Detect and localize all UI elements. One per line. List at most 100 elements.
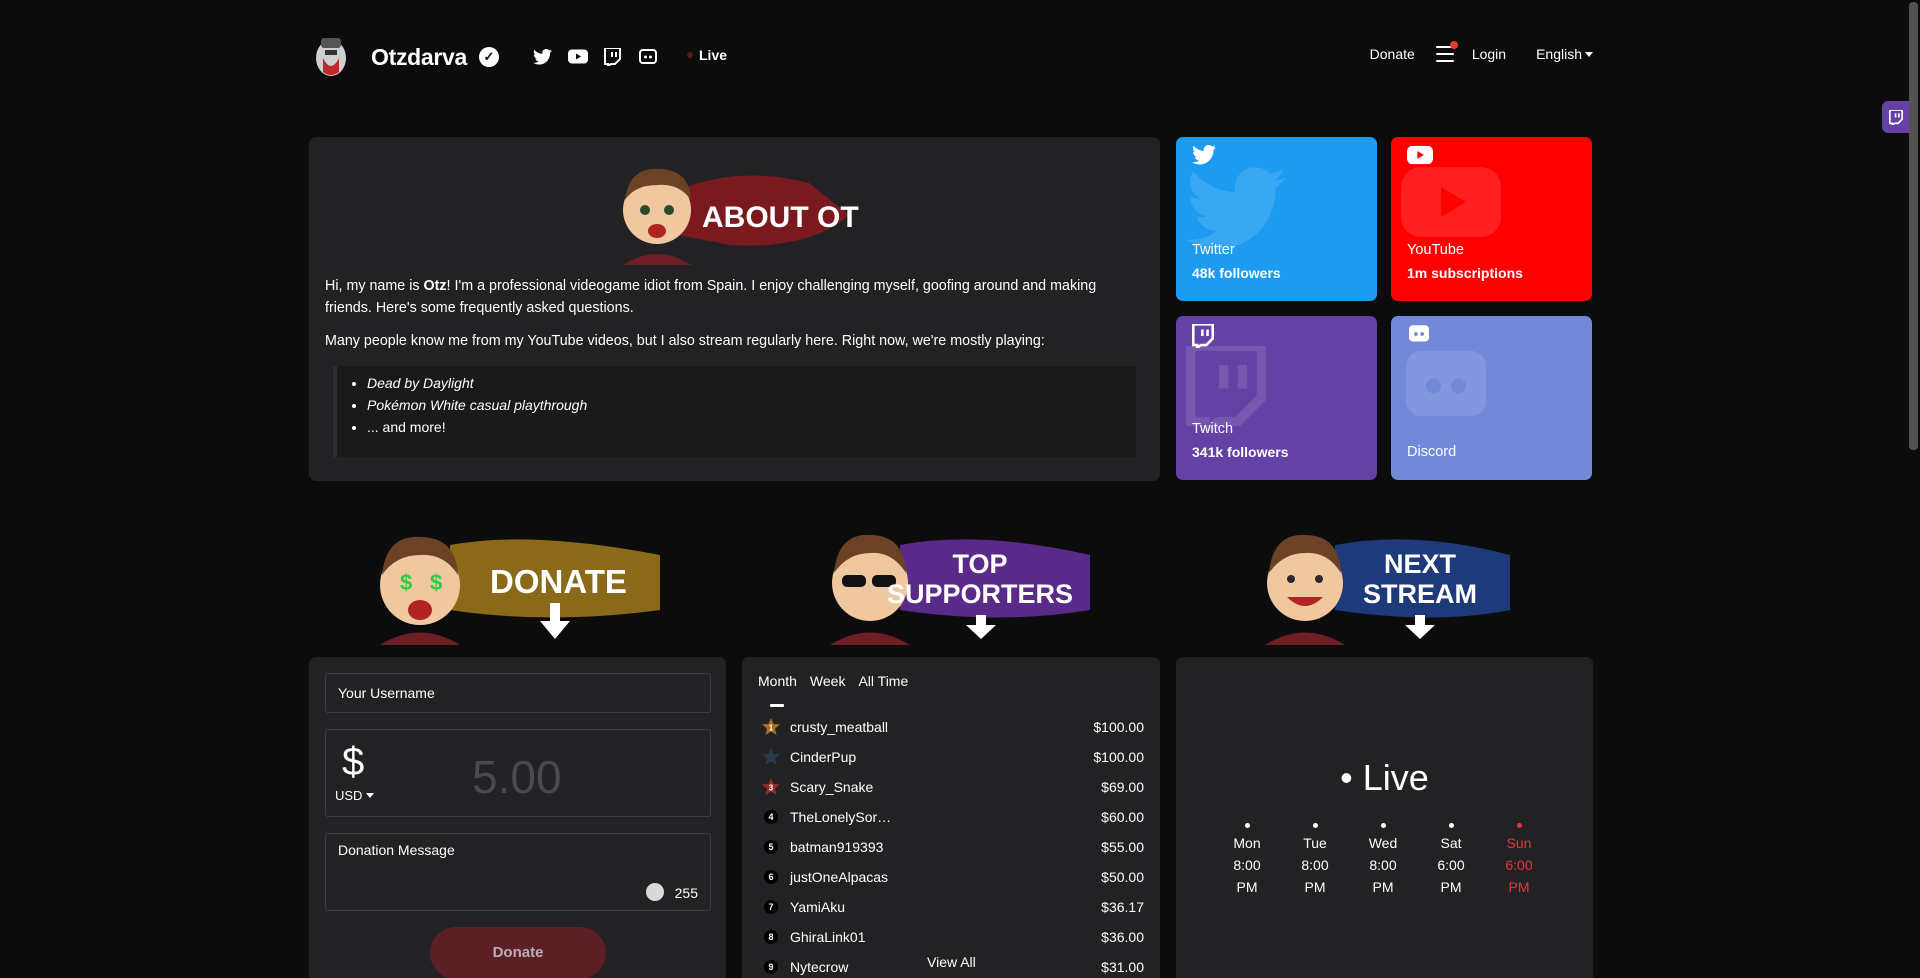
otzdarva-logo[interactable] [313,34,349,78]
supporter-amount: $55.00 [1101,839,1144,855]
supporter-name: YamiAku [790,899,845,915]
language-label: English [1536,46,1582,62]
table-row[interactable]: 4 TheLonelySor… $60.00 [758,802,1144,832]
gold-star-icon: 1 [762,718,780,735]
youtube-videos-link[interactable]: YouTube videos [527,333,628,349]
about-streams: Many people know me from my YouTube vide… [325,333,1045,349]
discord-icon [1409,325,1429,342]
youtube-icon[interactable] [567,46,588,67]
supporter-amount: $31.00 [1101,959,1144,975]
table-row[interactable]: 6 justOneAlpacas $50.00 [758,862,1144,892]
rank-badge: 8 [764,930,778,944]
about-banner-text: ABOUT OTZ [702,201,859,234]
rank-badge: 5 [764,840,778,854]
discord-tile-name: Discord [1407,444,1457,460]
youtube-tile[interactable]: YouTube 1m subscriptions [1391,137,1592,301]
donate-button[interactable]: Donate [430,927,606,978]
youtube-watermark-icon [1401,167,1501,237]
supporter-name: Scary_Snake [790,779,874,795]
supporter-name: GhiraLink01 [790,929,866,945]
twitter-icon[interactable] [532,46,553,67]
games-list: Dead by Daylight Pokémon White casual pl… [333,366,1136,457]
about-intro: Hi, my name is Otz! I'm a professional v… [325,278,1097,316]
menu-icon[interactable] [1435,41,1458,62]
svg-text:$: $ [400,570,412,595]
table-row[interactable]: 3 Scary_Snake $69.00 [758,772,1144,802]
rank-badge: 7 [764,900,778,914]
rank-badge: 6 [764,870,778,884]
donation-message-input[interactable]: Donation Message 255 [325,833,711,911]
game-item: ... and more! [367,416,1136,438]
twitch-icon [1192,324,1214,348]
discord-tile[interactable]: Discord [1391,316,1592,480]
supporter-amount: $36.17 [1101,899,1144,915]
live-dot-icon [687,52,693,58]
currency-symbol: $ [342,740,365,784]
amount-input[interactable]: 5.00 [472,750,562,804]
discord-icon[interactable] [637,46,658,67]
notification-badge [1449,41,1458,49]
faq-link[interactable]: frequently asked questions [460,300,630,316]
twitch-icon[interactable] [602,46,623,67]
view-all-link[interactable]: View All [927,954,976,970]
language-select[interactable]: English [1536,46,1593,62]
currency-select[interactable]: USD [335,788,375,803]
table-row[interactable]: 8 GhiraLink01 $36.00 [758,922,1144,952]
username-input[interactable]: Your Username [325,673,711,713]
schedule-day: Wed 8:00 PM [1358,823,1408,898]
next-stream-banner: NEXT STREAM [1265,534,1510,645]
char-count: 255 [674,885,698,901]
login-link[interactable]: Login [1472,46,1506,62]
table-row[interactable]: CinderPup $100.00 [758,742,1144,772]
twitch-followers: 341k followers [1192,444,1289,460]
supporter-name: batman919393 [790,839,884,855]
scrollbar-thumb[interactable] [1909,2,1918,450]
side-twitch-button[interactable] [1882,101,1910,133]
supporter-amount: $36.00 [1101,929,1144,945]
twitter-watermark-icon [1186,167,1286,249]
donation-message-placeholder: Donation Message [338,842,455,858]
game-item: Dead by Daylight [367,372,1136,394]
schedule-day: Sat 6:00 PM [1426,823,1476,898]
tab-month[interactable]: Month [758,673,797,689]
page-scrollbar[interactable] [1908,0,1918,978]
brand-name[interactable]: Otzdarva [371,44,467,71]
silver-star-icon [762,748,780,765]
table-row[interactable]: 1 crusty_meatball $100.00 [758,712,1144,742]
tab-week[interactable]: Week [810,673,846,689]
bronze-star-icon: 3 [762,778,780,795]
stream-schedule: Mon 8:00 PM Tue 8:00 PM Wed 8:00 PM Sat 6:00… [1222,823,1544,898]
supporter-name: crusty_meatball [790,719,889,735]
table-row[interactable]: 5 batman919393 $55.00 [758,832,1144,862]
site-header: Otzdarva ✓ Live Donate Login English [309,28,1593,84]
emoji-icon[interactable] [646,883,664,901]
svg-text:1: 1 [769,724,774,733]
twitter-tile[interactable]: Twitter 48k followers [1176,137,1377,301]
game-item: Pokémon White casual playthrough [367,394,1136,416]
supporter-amount: $100.00 [1093,749,1144,765]
live-status: • Live [1340,757,1429,798]
amount-field[interactable]: $ USD 5.00 [325,729,711,817]
twitter-tile-name: Twitter [1192,242,1235,258]
twitch-tile-name: Twitch [1192,421,1234,437]
supporter-amount: $60.00 [1101,809,1144,825]
twitch-tile[interactable]: Twitch 341k followers [1176,316,1377,480]
live-indicator[interactable]: Live [687,47,727,63]
table-row[interactable]: 7 YamiAku $36.17 [758,892,1144,922]
supporter-name: justOneAlpacas [790,869,889,885]
nav-donate-link[interactable]: Donate [1370,46,1415,62]
about-card: ABOUT OTZ Hi, my name is Otz! I'm a prof… [309,137,1160,481]
top-banner-line2: SUPPORTERS [887,579,1073,609]
supporter-name: TheLonelySor… [790,809,892,825]
supporter-amount: $50.00 [1101,869,1144,885]
donate-banner: $ $ DONATE [380,536,660,645]
nav-right: Donate Login English [1370,41,1593,62]
rank-badge: 4 [764,810,778,824]
youtube-icon [1407,145,1433,165]
schedule-day: Tue 8:00 PM [1290,823,1340,898]
twitch-icon [1889,109,1903,125]
svg-text:3: 3 [769,784,774,793]
next-stream-card: • Live Mon 8:00 PM Tue 8:00 PM Wed 8:00 PM … [1176,657,1593,978]
tab-all-time[interactable]: All Time [858,673,908,689]
top-supporters-card: Month Week All Time 1 crusty_meatball $1… [742,657,1160,978]
